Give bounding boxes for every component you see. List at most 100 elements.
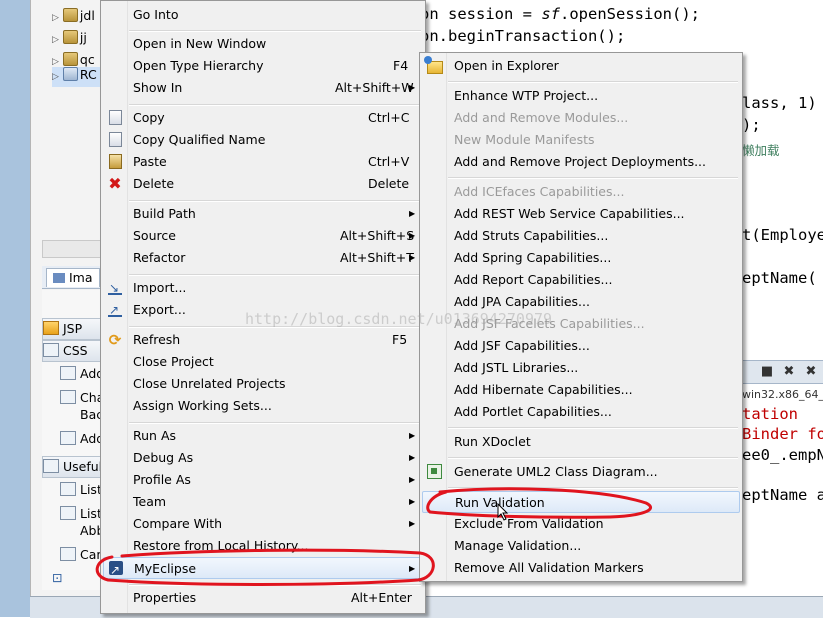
expand-arrow-icon[interactable]: ▷ — [52, 72, 59, 82]
menu-separator — [129, 422, 421, 424]
menu-item-restore-local-history[interactable]: Restore from Local History... — [103, 535, 423, 557]
expand-arrow-icon[interactable]: ▷ — [52, 57, 59, 67]
menu-item-delete[interactable]: ✖ Delete Delete — [103, 173, 423, 195]
export-icon — [108, 299, 122, 321]
menu-item-exclude-validation[interactable]: Exclude From Validation — [422, 513, 740, 535]
project-icon — [62, 67, 78, 81]
terminate-icon[interactable]: ■ — [759, 364, 775, 380]
menu-item-profile-as[interactable]: Profile As ▶ — [103, 469, 423, 491]
submenu-arrow-icon: ▶ — [409, 497, 416, 506]
code-line: eptName( — [742, 269, 817, 287]
snippet-icon — [60, 390, 76, 404]
menu-item-import[interactable]: Import... — [103, 277, 423, 299]
horizontal-scrollbar[interactable] — [42, 240, 104, 258]
palette-add-icon[interactable]: ⊡ — [52, 568, 62, 588]
menu-item-add-rest[interactable]: Add REST Web Service Capabilities... — [422, 203, 740, 225]
menu-item-open-type-hierarchy[interactable]: Open Type Hierarchy F4 — [103, 55, 423, 77]
palette-item[interactable]: List — [60, 480, 102, 500]
paste-icon — [109, 154, 122, 169]
snippet-icon — [60, 506, 76, 520]
console-process-path: win32.x86_64_ — [742, 388, 823, 401]
menu-item-add-report[interactable]: Add Report Capabilities... — [422, 269, 740, 291]
snippet-icon — [60, 366, 76, 380]
menu-item-properties[interactable]: Properties Alt+Enter — [103, 587, 423, 609]
menu-separator — [448, 427, 738, 429]
menu-separator — [129, 584, 421, 586]
tree-item[interactable]: ▷ jj — [52, 30, 87, 50]
menu-item-run-validation[interactable]: Run Validation — [422, 491, 740, 513]
submenu-arrow-icon: ▶ — [409, 431, 416, 440]
submenu-arrow-icon: ▶ — [409, 231, 416, 240]
palette-item[interactable]: Add — [60, 364, 104, 384]
code-line: on session = sf.openSession(); — [420, 5, 700, 23]
palette-item[interactable]: Can — [60, 545, 104, 565]
menu-item-run-xdoclet[interactable]: Run XDoclet — [422, 431, 740, 453]
menu-item-add-struts[interactable]: Add Struts Capabilities... — [422, 225, 740, 247]
menu-item-add-spring[interactable]: Add Spring Capabilities... — [422, 247, 740, 269]
menu-item-add-remove-deployments[interactable]: Add and Remove Project Deployments... — [422, 151, 740, 173]
remove-all-icon[interactable]: ✖ — [803, 364, 819, 380]
snippet-icon — [60, 482, 76, 496]
copy-qualified-icon — [109, 132, 122, 147]
palette-drawer-css[interactable]: CSS — [42, 340, 104, 362]
delete-icon: ✖ — [108, 174, 122, 193]
code-line: lass, 1) — [742, 94, 817, 112]
expand-arrow-icon[interactable]: ▷ — [52, 13, 59, 23]
snippets-palette: JSP CSS Add Cha Bac Add Useful List List… — [42, 290, 104, 590]
menu-item-refactor[interactable]: Refactor Alt+Shift+T ▶ — [103, 247, 423, 269]
menu-item-team[interactable]: Team ▶ — [103, 491, 423, 513]
refresh-icon: ⟳ — [108, 331, 122, 349]
tree-item[interactable]: ▷ jdl — [52, 8, 95, 28]
jar-icon — [62, 8, 78, 22]
menu-item-add-hibernate[interactable]: Add Hibernate Capabilities... — [422, 379, 740, 401]
menu-item-paste[interactable]: Paste Ctrl+V — [103, 151, 423, 173]
submenu-arrow-icon: ▶ — [409, 453, 416, 462]
menu-item-assign-working-sets[interactable]: Assign Working Sets... — [103, 395, 423, 417]
menu-item-close-unrelated-projects[interactable]: Close Unrelated Projects — [103, 373, 423, 395]
menu-item-copy[interactable]: Copy Ctrl+C — [103, 107, 423, 129]
menu-item-add-jstl[interactable]: Add JSTL Libraries... — [422, 357, 740, 379]
menu-item-add-portlet[interactable]: Add Portlet Capabilities... — [422, 401, 740, 423]
menu-item-open-in-explorer[interactable]: Open in Explorer — [422, 55, 740, 77]
menu-item-enhance-wtp[interactable]: Enhance WTP Project... — [422, 85, 740, 107]
close-icon[interactable]: ✖ — [781, 364, 797, 380]
console-line: ee0_.empN — [742, 446, 823, 464]
menu-item-manage-validation[interactable]: Manage Validation... — [422, 535, 740, 557]
menu-item-source[interactable]: Source Alt+Shift+S ▶ — [103, 225, 423, 247]
snippet-icon — [60, 547, 76, 561]
menu-separator — [448, 177, 738, 179]
palette-drawer-jsp[interactable]: JSP — [42, 318, 104, 340]
uml-diagram-icon — [427, 464, 442, 479]
console-line: eptName a — [742, 486, 823, 504]
console-toolbar: ■ ✖ ✖ — [742, 360, 823, 384]
myeclipse-icon — [109, 559, 123, 581]
mouse-cursor-icon — [497, 503, 509, 521]
menu-item-remove-validation-markers[interactable]: Remove All Validation Markers — [422, 557, 740, 579]
submenu-arrow-icon: ▶ — [409, 564, 416, 573]
menu-item-compare-with[interactable]: Compare With ▶ — [103, 513, 423, 535]
palette-drawer-useful[interactable]: Useful — [42, 456, 104, 478]
code-line: on.beginTransaction(); — [420, 27, 626, 45]
menu-item-copy-qualified-name[interactable]: Copy Qualified Name — [103, 129, 423, 151]
menu-item-go-into[interactable]: Go Into — [103, 4, 423, 26]
menu-separator — [129, 30, 421, 32]
view-tab-strip: Ima — [42, 266, 102, 289]
palette-item[interactable]: Add — [60, 429, 104, 449]
menu-item-refresh[interactable]: ⟳ Refresh F5 — [103, 329, 423, 351]
menu-item-myeclipse[interactable]: MyEclipse▶ — [103, 557, 423, 581]
jar-icon — [62, 30, 78, 44]
menu-item-add-jsf[interactable]: Add JSF Capabilities... — [422, 335, 740, 357]
menu-item-generate-uml2[interactable]: Generate UML2 Class Diagram... — [422, 461, 740, 483]
menu-item-close-project[interactable]: Close Project — [103, 351, 423, 373]
menu-item-run-as[interactable]: Run As ▶ — [103, 425, 423, 447]
tab-image-preview[interactable]: Ima — [46, 268, 100, 287]
expand-arrow-icon[interactable]: ▷ — [52, 35, 59, 45]
tree-item-selected-project[interactable]: ▷ RC — [52, 67, 102, 87]
menu-item-open-new-window[interactable]: Open in New Window — [103, 33, 423, 55]
menu-item-debug-as[interactable]: Debug As ▶ — [103, 447, 423, 469]
menu-separator — [129, 104, 421, 106]
menu-separator — [129, 200, 421, 202]
import-icon — [108, 277, 122, 299]
menu-item-build-path[interactable]: Build Path ▶ — [103, 203, 423, 225]
menu-item-show-in[interactable]: Show In Alt+Shift+W ▶ — [103, 77, 423, 99]
